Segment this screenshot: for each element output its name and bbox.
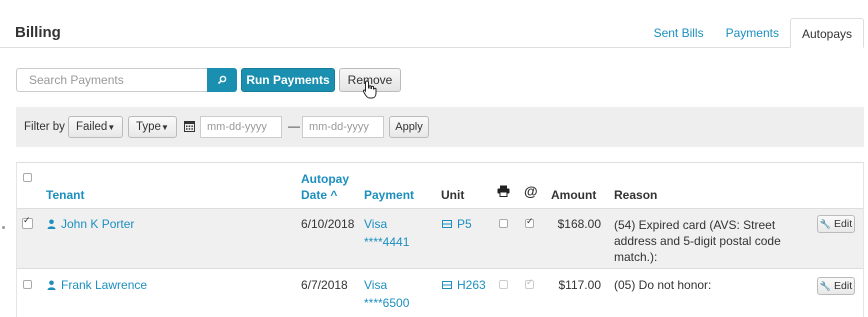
search-button[interactable] — [207, 68, 237, 92]
wrench-icon: 🔧 — [819, 219, 832, 229]
autopay-date-header-line1: Autopay — [301, 172, 349, 186]
tab-autopays[interactable]: Autopays — [789, 18, 864, 48]
row-checkbox[interactable] — [23, 280, 32, 289]
date-range-separator: — — [288, 119, 300, 133]
row-checkbox[interactable] — [22, 216, 33, 229]
payment-method-name: Visa — [364, 217, 388, 231]
autopays-table: Tenant Autopay Date ^ Payment Unit @ Amo… — [16, 162, 864, 317]
table-row[interactable]: John K Porter 6/10/2018 Visa ****4441 P5… — [17, 208, 863, 268]
reason-line: address and 5-digit postal code — [614, 234, 781, 248]
hand-cursor-icon — [362, 80, 377, 99]
email-checkbox[interactable] — [525, 217, 534, 228]
type-filter-dropdown[interactable]: Type▼ — [128, 116, 177, 138]
search-icon — [217, 75, 227, 85]
caret-down-icon: ▼ — [160, 123, 169, 132]
tenant-name-link[interactable]: John K Porter — [61, 217, 134, 231]
autopay-date-header-line2: Date ^ — [301, 188, 338, 202]
status-filter-value: Failed — [76, 121, 108, 133]
calendar-icon[interactable] — [184, 120, 195, 132]
building-icon — [442, 220, 452, 228]
reason-line: (54) Expired card (AVS: Street — [614, 218, 776, 232]
edit-button[interactable]: 🔧 Edit — [817, 277, 855, 295]
autopay-date: 6/10/2018 — [301, 217, 355, 231]
reason-column-header: Reason — [614, 188, 658, 202]
tenant-name-link[interactable]: Frank Lawrence — [61, 278, 147, 292]
wrench-icon: 🔧 — [819, 281, 832, 291]
printer-icon — [497, 185, 510, 197]
payment-column-header[interactable]: Payment — [364, 188, 414, 202]
reason-text: (54) Expired card (AVS: Street address a… — [614, 217, 781, 265]
payment-card-number: ****4441 — [364, 235, 410, 249]
unit-link[interactable]: P5 — [457, 217, 472, 231]
table-row[interactable]: Frank Lawrence 6/7/2018 Visa ****6500 H2… — [17, 268, 863, 317]
filter-label: Filter by — [24, 121, 65, 133]
amount-value: $168.00 — [557, 217, 601, 231]
edit-button-label: Edit — [834, 218, 853, 230]
print-checkbox[interactable] — [499, 219, 508, 228]
tab-payments[interactable]: Payments — [715, 18, 790, 48]
person-icon — [47, 219, 56, 229]
email-checkbox[interactable] — [525, 278, 534, 289]
payment-method-link[interactable]: Visa ****6500 — [364, 278, 409, 310]
page-title: Billing — [15, 24, 61, 41]
autopay-date: 6/7/2018 — [301, 278, 348, 292]
tab-bar: Sent Bills Payments Autopays — [643, 18, 864, 48]
unit-column-header: Unit — [441, 188, 465, 202]
search-input[interactable] — [16, 68, 208, 92]
autopay-date-column-header[interactable]: Autopay Date ^ — [301, 172, 349, 202]
edit-button-label: Edit — [834, 280, 853, 292]
at-icon: @ — [524, 183, 538, 199]
unit-link[interactable]: H263 — [457, 278, 486, 292]
edge-marker — [2, 226, 5, 229]
type-filter-value: Type — [136, 121, 161, 133]
payment-method-link[interactable]: Visa ****4441 — [364, 217, 409, 249]
caret-down-icon: ▼ — [107, 123, 116, 132]
reason-line: match.): — [614, 250, 658, 264]
tab-sent-bills[interactable]: Sent Bills — [643, 18, 715, 48]
print-checkbox[interactable] — [499, 280, 508, 289]
date-to-input[interactable] — [302, 116, 384, 138]
apply-button[interactable]: Apply — [389, 116, 429, 138]
select-all-checkbox[interactable] — [23, 173, 32, 182]
amount-column-header: Amount — [551, 188, 597, 202]
run-payments-button[interactable]: Run Payments — [241, 68, 335, 92]
date-from-input[interactable] — [200, 116, 282, 138]
status-filter-dropdown[interactable]: Failed▼ — [68, 116, 124, 138]
building-icon — [442, 281, 452, 289]
person-icon — [47, 280, 56, 290]
reason-text: (05) Do not honor: — [614, 278, 712, 292]
filter-bar: Filter by Failed▼ Type▼ — Apply — [16, 107, 864, 147]
payment-method-name: Visa — [364, 278, 388, 292]
tenant-column-header[interactable]: Tenant — [46, 188, 84, 202]
amount-value: $117.00 — [558, 278, 602, 292]
payment-card-number: ****6500 — [364, 296, 410, 310]
edit-button[interactable]: 🔧 Edit — [817, 215, 855, 233]
